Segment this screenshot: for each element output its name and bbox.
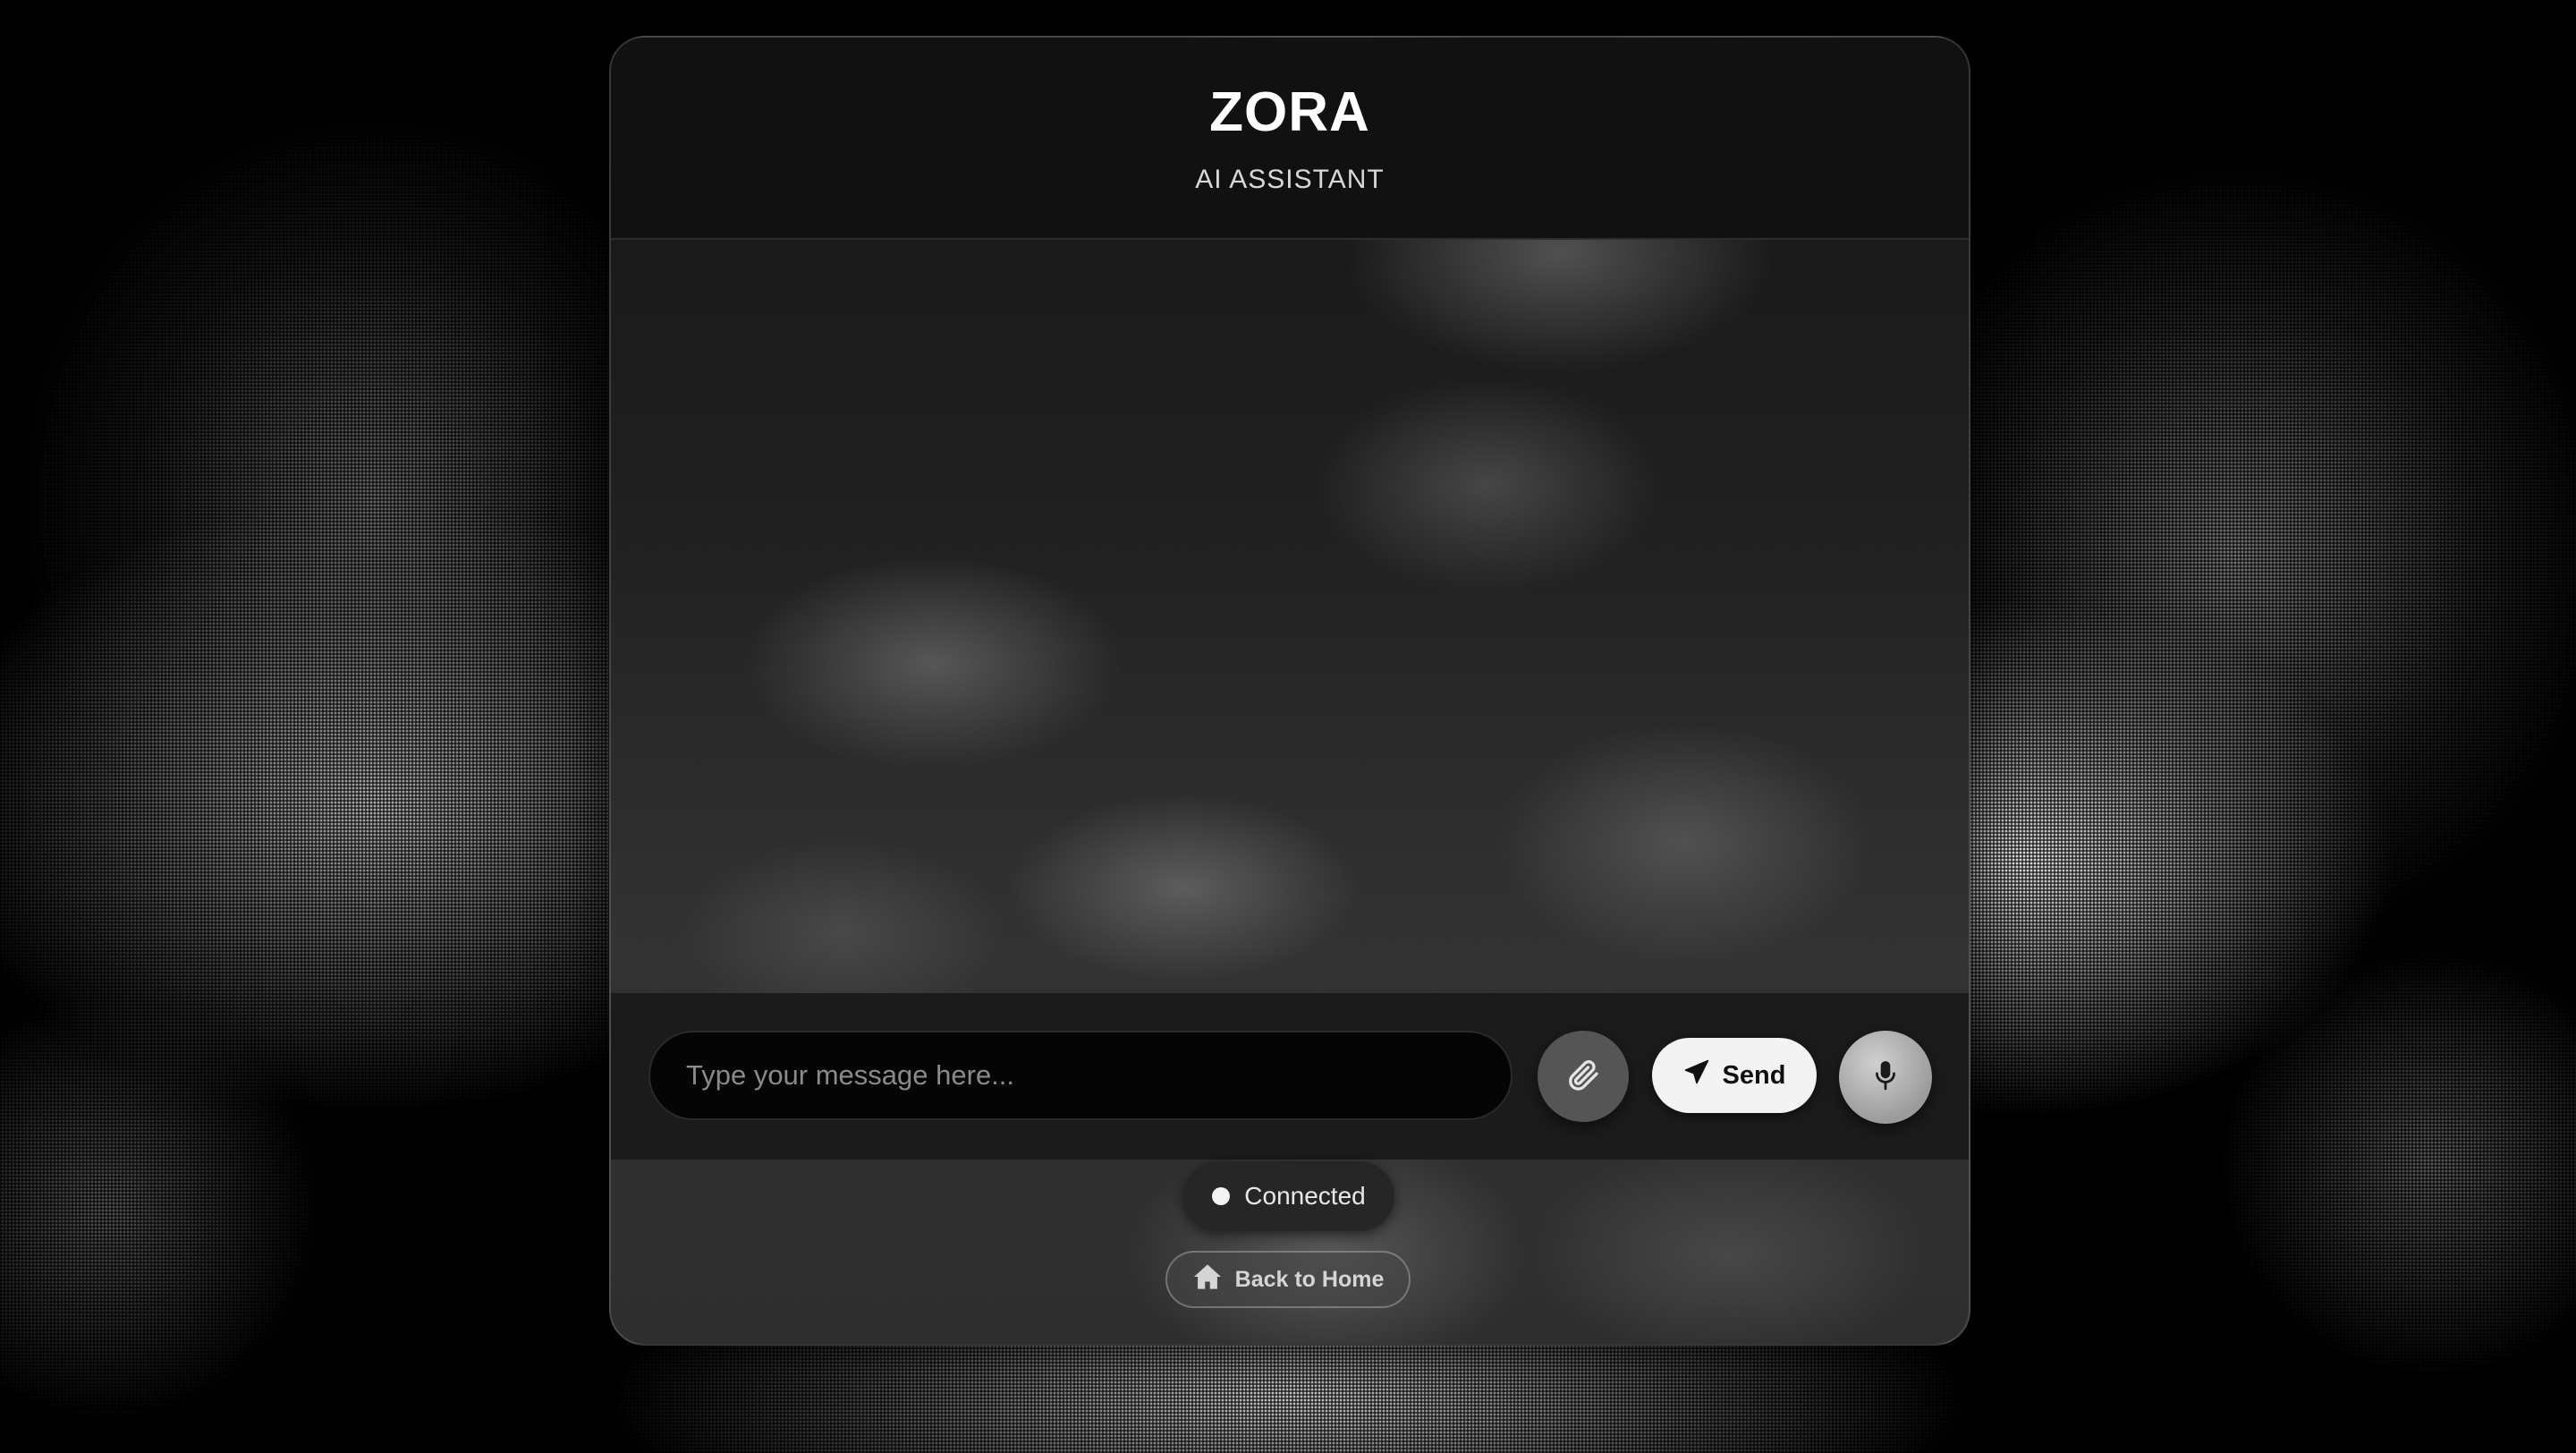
- chat-card: ZORA AI ASSISTANT Send: [609, 36, 1970, 1346]
- back-to-home-button[interactable]: Back to Home: [1165, 1251, 1411, 1308]
- send-label: Send: [1722, 1060, 1786, 1090]
- paperclip-icon: [1565, 1057, 1601, 1097]
- app-title: ZORA: [1209, 81, 1370, 143]
- microphone-icon: [1874, 1060, 1897, 1095]
- message-list[interactable]: [611, 240, 1969, 1029]
- microphone-button[interactable]: [1839, 1031, 1932, 1124]
- chat-header: ZORA AI ASSISTANT: [611, 38, 1969, 240]
- status-label: Connected: [1244, 1182, 1366, 1210]
- message-input[interactable]: [648, 1031, 1513, 1120]
- composer-bar: Send: [611, 993, 1969, 1160]
- back-to-home-label: Back to Home: [1234, 1266, 1385, 1292]
- connection-status: Connected: [1183, 1161, 1394, 1231]
- paper-plane-icon: [1683, 1058, 1710, 1092]
- send-button[interactable]: Send: [1652, 1038, 1817, 1113]
- status-dot: [1212, 1187, 1231, 1205]
- attach-button[interactable]: [1538, 1031, 1629, 1122]
- app-subtitle: AI ASSISTANT: [1195, 165, 1385, 194]
- home-icon: [1192, 1263, 1223, 1296]
